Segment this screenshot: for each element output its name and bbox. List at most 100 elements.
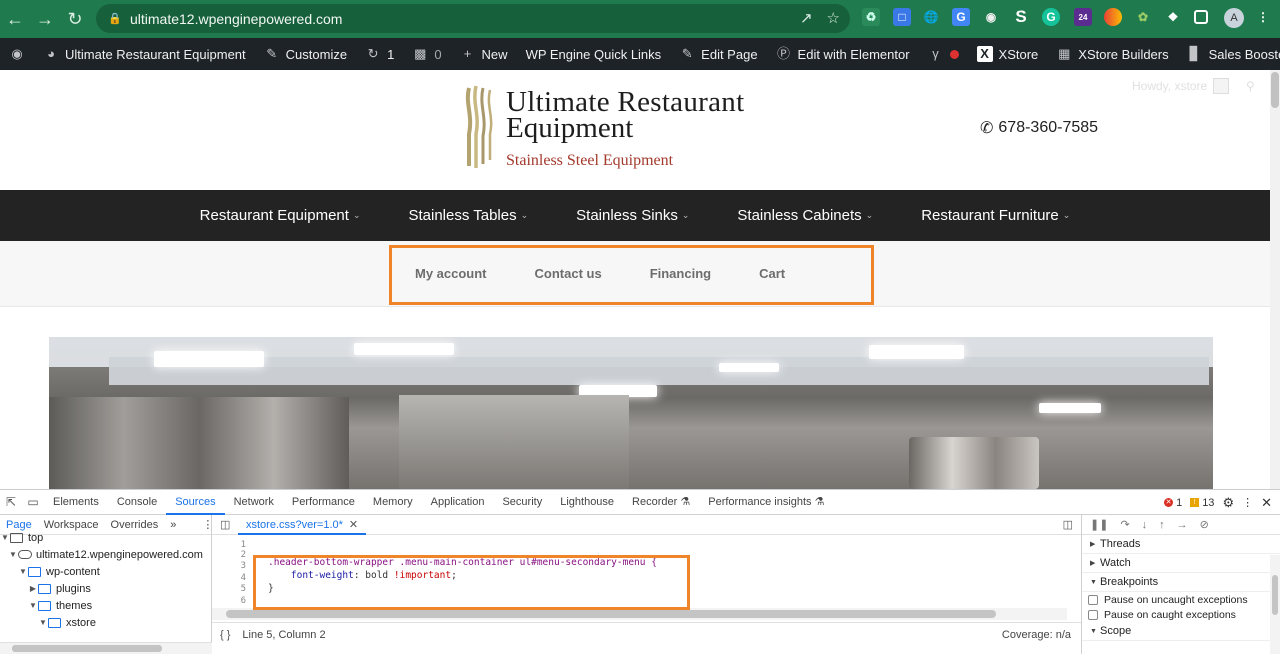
subnav-cart[interactable]: Cart bbox=[759, 266, 785, 281]
debugger-scrollbar[interactable] bbox=[1270, 555, 1280, 654]
admin-site-name[interactable]: ◕ Ultimate Restaurant Equipment bbox=[34, 38, 255, 70]
tab-performance-insights[interactable]: Performance insights ⚗ bbox=[699, 490, 833, 515]
pretty-print-icon[interactable]: { } bbox=[220, 629, 230, 641]
settings-gear-icon[interactable]: ⚙ bbox=[1222, 495, 1234, 511]
step-into-icon[interactable]: ↓ bbox=[1142, 519, 1148, 531]
nav-stainless-cabinets[interactable]: Stainless Cabinets ⌄ bbox=[713, 207, 897, 224]
extension-globe-icon[interactable]: 🌐 bbox=[922, 8, 940, 26]
tree-wp-content[interactable]: ▼ wp-content bbox=[0, 563, 211, 580]
tab-overrides[interactable]: Overrides bbox=[105, 519, 165, 531]
nav-restaurant-equipment[interactable]: Restaurant Equipment ⌄ bbox=[176, 207, 385, 224]
inspect-element-icon[interactable]: ⇱ bbox=[0, 490, 22, 515]
checkbox[interactable] bbox=[1088, 609, 1098, 620]
share-icon[interactable]: ↗ bbox=[800, 9, 813, 27]
tab-security[interactable]: Security bbox=[493, 490, 551, 515]
section-breakpoints[interactable]: ▼ Breakpoints bbox=[1082, 573, 1280, 592]
more-tabs-chevron-icon[interactable]: » bbox=[164, 519, 182, 531]
tab-recorder[interactable]: Recorder ⚗ bbox=[623, 490, 699, 515]
pause-caught-checkbox[interactable]: Pause on caught exceptions bbox=[1082, 607, 1280, 622]
file-tab[interactable]: xstore.css?ver=1.0* ✕ bbox=[238, 515, 367, 535]
step-over-icon[interactable]: ↷ bbox=[1120, 518, 1129, 531]
warning-counter[interactable]: ! 13 bbox=[1190, 497, 1214, 509]
extension-grammarly-icon[interactable]: G bbox=[1042, 8, 1060, 26]
extension-recycle-icon[interactable]: ♻ bbox=[862, 8, 880, 26]
tree-xstore[interactable]: ▼ xstore bbox=[0, 614, 211, 631]
forward-arrow-icon[interactable]: → bbox=[30, 0, 60, 38]
tree-top[interactable]: ▼ top bbox=[0, 529, 211, 546]
tab-elements[interactable]: Elements bbox=[44, 490, 108, 515]
close-tab-icon[interactable]: ✕ bbox=[349, 519, 358, 531]
tab-console[interactable]: Console bbox=[108, 490, 166, 515]
nav-restaurant-furniture[interactable]: Restaurant Furniture ⌄ bbox=[897, 207, 1094, 224]
admin-wpengine-links[interactable]: WP Engine Quick Links bbox=[517, 38, 671, 70]
subnav-financing[interactable]: Financing bbox=[650, 266, 711, 281]
tab-lighthouse[interactable]: Lighthouse bbox=[551, 490, 623, 515]
step-out-icon[interactable]: ↑ bbox=[1159, 519, 1165, 531]
admin-xstore-builders[interactable]: ▦ XStore Builders bbox=[1047, 38, 1177, 70]
nav-stainless-sinks[interactable]: Stainless Sinks ⌄ bbox=[552, 207, 713, 224]
page-scrollbar[interactable] bbox=[1270, 70, 1280, 489]
scrollbar-thumb[interactable] bbox=[1271, 72, 1279, 108]
extension-badge-icon[interactable]: 24 bbox=[1074, 8, 1092, 26]
extension-leaf-icon[interactable]: ✿ bbox=[1134, 8, 1152, 26]
deactivate-breakpoints-icon[interactable]: ⊘ bbox=[1200, 518, 1209, 531]
scrollbar-thumb[interactable] bbox=[1272, 575, 1278, 615]
admin-elementor[interactable]: Ⓟ Edit with Elementor bbox=[767, 38, 919, 70]
tree-themes[interactable]: ▼ themes bbox=[0, 597, 211, 614]
extension-camera-icon[interactable]: ◉ bbox=[982, 8, 1000, 26]
tree-plugins[interactable]: ▶ plugins bbox=[0, 580, 211, 597]
navigator-hscrollbar[interactable] bbox=[0, 642, 212, 654]
nav-stainless-tables[interactable]: Stainless Tables ⌄ bbox=[384, 207, 552, 224]
pause-icon[interactable]: ❚❚ bbox=[1090, 518, 1108, 531]
tab-memory[interactable]: Memory bbox=[364, 490, 422, 515]
admin-updates[interactable]: ↻ 1 bbox=[356, 38, 403, 70]
site-logo[interactable]: Ultimate Restaurant Equipment Stainless … bbox=[463, 84, 803, 174]
tab-performance[interactable]: Performance bbox=[283, 490, 364, 515]
tab-page[interactable]: Page bbox=[0, 519, 38, 531]
pause-uncaught-checkbox[interactable]: Pause on uncaught exceptions bbox=[1082, 592, 1280, 607]
close-icon[interactable]: ✕ bbox=[1261, 495, 1272, 511]
error-counter[interactable]: ✕ 1 bbox=[1164, 497, 1182, 509]
address-bar[interactable]: 🔒 ultimate12.wpenginepowered.com ↗ ☆ bbox=[96, 4, 850, 33]
extension-docs-icon[interactable]: □ bbox=[893, 8, 911, 26]
admin-customize[interactable]: ✎ Customize bbox=[255, 38, 356, 70]
section-threads[interactable]: ▶ Threads bbox=[1082, 535, 1280, 554]
admin-new[interactable]: + New bbox=[451, 38, 517, 70]
tree-domain[interactable]: ▼ ultimate12.wpenginepowered.com bbox=[0, 546, 211, 563]
extension-s-icon[interactable]: S bbox=[1012, 7, 1030, 26]
admin-xstore[interactable]: X XStore bbox=[968, 38, 1048, 70]
section-watch[interactable]: ▶ Watch bbox=[1082, 554, 1280, 573]
browser-menu-icon[interactable]: ⋮ bbox=[1254, 8, 1272, 26]
scrollbar-thumb[interactable] bbox=[226, 610, 996, 618]
checkbox[interactable] bbox=[1088, 594, 1098, 605]
scrollbar-thumb[interactable] bbox=[12, 645, 162, 652]
search-icon[interactable]: ⚲ bbox=[1246, 79, 1255, 93]
profile-avatar[interactable]: A bbox=[1224, 8, 1244, 28]
section-scope[interactable]: ▼ Scope bbox=[1082, 622, 1280, 641]
extension-colorful-icon[interactable] bbox=[1104, 8, 1122, 26]
device-toolbar-icon[interactable]: ▭ bbox=[22, 490, 44, 515]
tab-network[interactable]: Network bbox=[225, 490, 283, 515]
back-arrow-icon[interactable]: ← bbox=[0, 0, 30, 38]
tab-workspace[interactable]: Workspace bbox=[38, 519, 105, 531]
howdy-user[interactable]: Howdy, xstore bbox=[1132, 78, 1230, 94]
more-options-icon[interactable]: ⋮ bbox=[1242, 496, 1253, 509]
tab-application[interactable]: Application bbox=[422, 490, 494, 515]
tab-sources[interactable]: Sources bbox=[166, 490, 225, 515]
extensions-puzzle-icon[interactable]: ❖ bbox=[1164, 8, 1182, 26]
admin-comments[interactable]: ▩ 0 bbox=[403, 38, 450, 70]
subnav-contact-us[interactable]: Contact us bbox=[535, 266, 602, 281]
toggle-navigator-icon[interactable]: ◫ bbox=[220, 518, 230, 531]
bookmark-star-icon[interactable]: ☆ bbox=[827, 9, 840, 27]
side-panel-icon[interactable] bbox=[1194, 10, 1208, 24]
subnav-my-account[interactable]: My account bbox=[415, 266, 487, 281]
admin-edit-page[interactable]: ✎ Edit Page bbox=[670, 38, 766, 70]
toggle-debugger-icon[interactable]: ◫ bbox=[1063, 518, 1073, 531]
wordpress-logo[interactable]: ◉ bbox=[0, 38, 34, 70]
extension-translate-icon[interactable]: G bbox=[952, 8, 970, 26]
admin-yoast[interactable]: γ bbox=[919, 38, 968, 70]
step-icon[interactable]: → bbox=[1177, 519, 1188, 531]
header-phone[interactable]: ✆ 678-360-7585 bbox=[980, 118, 1098, 138]
admin-sales-booster[interactable]: ▊Sales Booster bbox=[1178, 38, 1280, 70]
reload-icon[interactable]: ↻ bbox=[60, 0, 90, 38]
